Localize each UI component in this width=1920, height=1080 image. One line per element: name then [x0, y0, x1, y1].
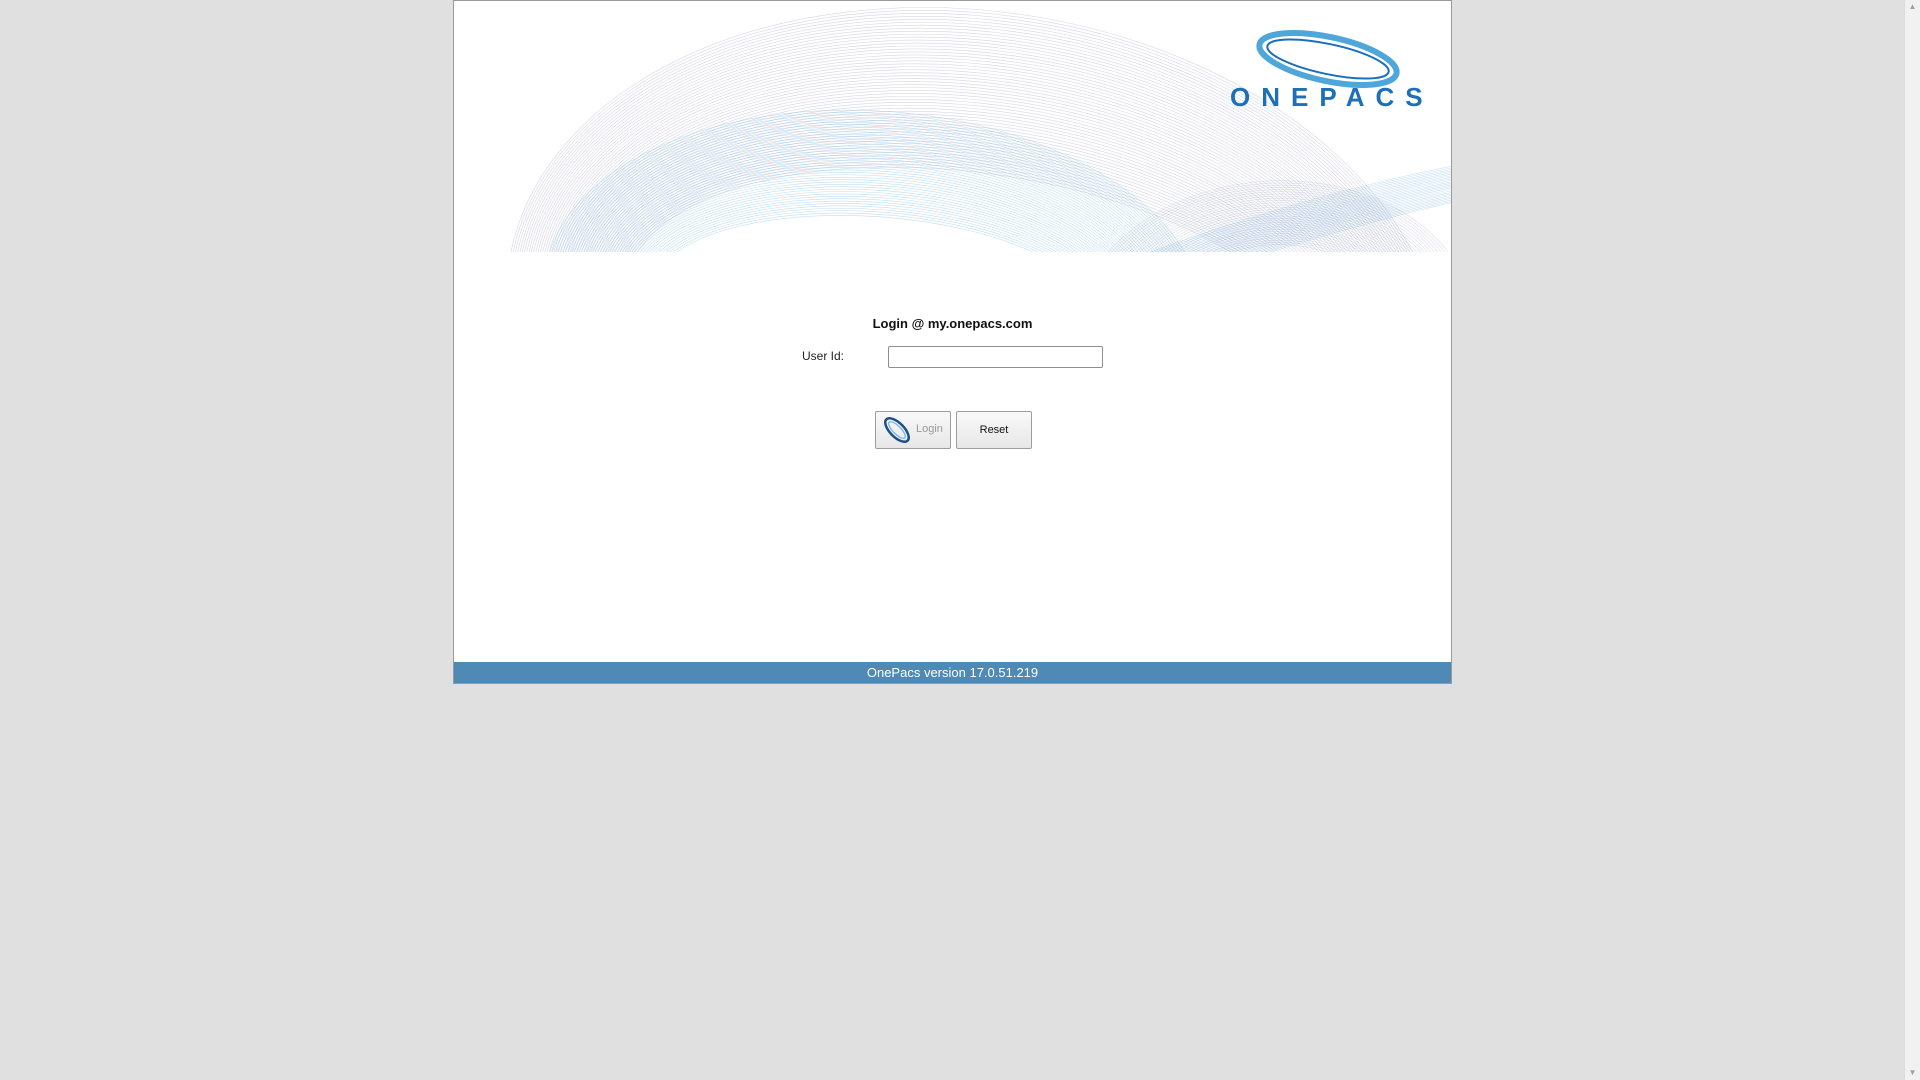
- banner-swirl-line: [908, 179, 1451, 252]
- reset-button[interactable]: Reset: [956, 411, 1032, 449]
- userid-label: User Id:: [802, 349, 845, 363]
- userid-input[interactable]: [888, 346, 1103, 368]
- login-button-label: Login: [916, 423, 943, 435]
- banner-swirl-line: [579, 143, 1169, 252]
- version-footer: OnePacs version 17.0.51.219: [454, 662, 1451, 683]
- header-banner: ONEPACS: [454, 1, 1451, 252]
- onepacs-swoosh-icon: [884, 417, 910, 443]
- login-title: Login @ my.onepacs.com: [872, 316, 1033, 331]
- login-button[interactable]: Login: [875, 411, 951, 449]
- scroll-down-arrow-icon[interactable]: ▼: [1905, 1066, 1920, 1080]
- banner-swirl-line: [899, 174, 1451, 252]
- logo-wordmark: ONEPACS: [1230, 82, 1434, 112]
- page-viewport: ONEPACS Login @ my.onepacs.com User Id: …: [0, 0, 1920, 1080]
- scroll-up-arrow-icon[interactable]: ▲: [1905, 0, 1920, 14]
- login-panel: ONEPACS Login @ my.onepacs.com User Id: …: [453, 0, 1452, 684]
- vertical-scrollbar[interactable]: ▲ ▼: [1904, 0, 1920, 1080]
- onepacs-logo: ONEPACS: [1230, 27, 1430, 127]
- banner-swirl-line: [616, 179, 1132, 252]
